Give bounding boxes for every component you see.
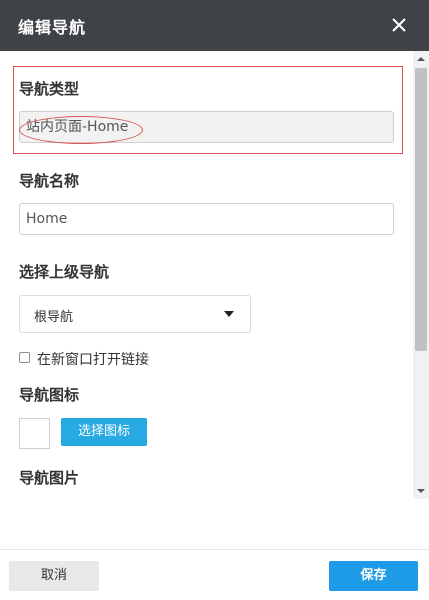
cancel-button[interactable]: 取消 xyxy=(9,561,99,591)
dialog-footer: 取消 保存 xyxy=(0,549,429,600)
parent-nav-label: 选择上级导航 xyxy=(19,263,110,281)
parent-nav-selected: 根导航 xyxy=(34,310,74,325)
nav-name-input[interactable] xyxy=(19,203,394,235)
dialog-header: 编辑导航 xyxy=(0,0,429,51)
dialog-body: 导航类型 站内页面-Home 导航名称 选择上级导航 根导航 在新窗口打开链接 … xyxy=(0,51,413,499)
nav-name-label: 导航名称 xyxy=(19,172,80,190)
caret-down-icon xyxy=(224,311,234,317)
scroll-up-icon[interactable] xyxy=(417,57,425,61)
scroll-down-icon[interactable] xyxy=(417,489,425,493)
parent-nav-select[interactable]: 根导航 xyxy=(19,295,251,333)
vertical-scrollbar[interactable] xyxy=(413,51,429,499)
highlight-ellipse xyxy=(19,116,143,144)
nav-image-label: 导航图片 xyxy=(19,469,80,487)
scrollbar-thumb[interactable] xyxy=(415,68,427,351)
open-new-window-checkbox[interactable] xyxy=(19,352,30,363)
dialog-title: 编辑导航 xyxy=(18,18,87,37)
icon-preview xyxy=(19,418,50,449)
nav-type-label: 导航类型 xyxy=(19,80,80,98)
nav-icon-label: 导航图标 xyxy=(19,386,80,404)
close-icon[interactable] xyxy=(387,13,411,37)
open-new-window-label: 在新窗口打开链接 xyxy=(37,352,149,368)
save-button[interactable]: 保存 xyxy=(329,561,418,591)
choose-icon-button[interactable]: 选择图标 xyxy=(61,418,147,446)
